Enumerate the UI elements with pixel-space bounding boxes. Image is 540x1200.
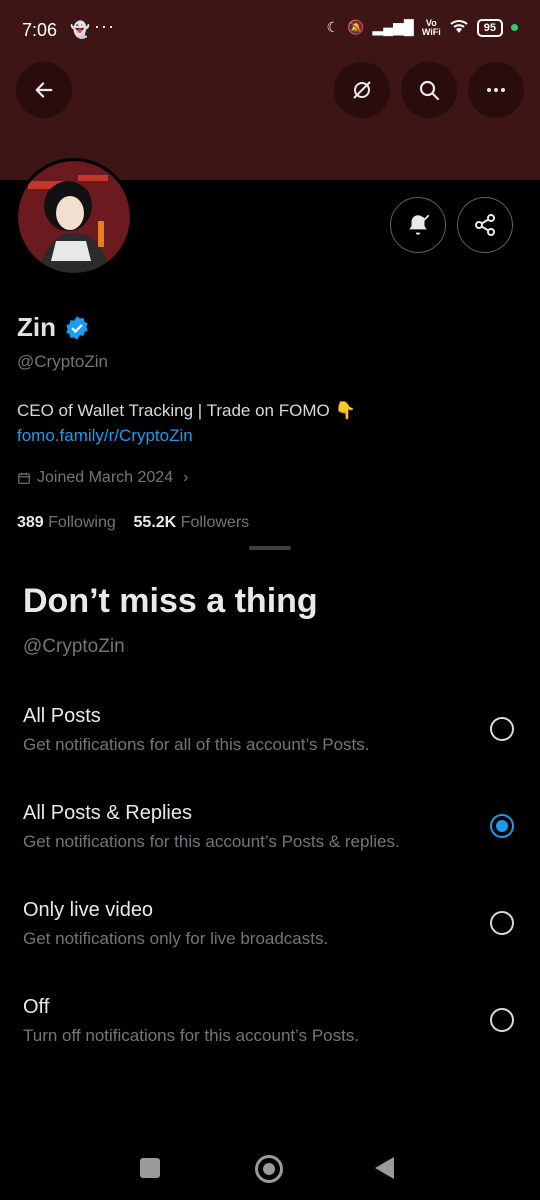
- calendar-icon: [18, 472, 30, 484]
- snapchat-icon: 👻: [70, 22, 90, 39]
- status-time: 7:06: [22, 20, 58, 40]
- notifications-bell-button[interactable]: [390, 197, 446, 253]
- arrow-left-icon: [35, 82, 53, 98]
- notification-settings-sheet: Don’t miss a thing @CryptoZin All Posts …: [0, 540, 540, 1200]
- recents-button[interactable]: [140, 1158, 160, 1178]
- share-button[interactable]: [457, 197, 513, 253]
- option-label: All Posts: [23, 705, 101, 727]
- profile-name: Zin: [17, 312, 90, 343]
- radio-off[interactable]: [490, 1008, 514, 1032]
- option-label: Only live video: [23, 899, 154, 921]
- joined-date: Joined March 2024 ›: [17, 469, 188, 487]
- profile-name-text: Zin: [17, 312, 56, 342]
- option-only-live-video[interactable]: Only live video Get notifications only f…: [0, 899, 540, 989]
- option-all-posts[interactable]: All Posts Get notifications for all of t…: [0, 705, 540, 795]
- status-bar: 7:06 👻 ··· ☾ 🔕 ▂▄▆█ Vo WiFi 95: [0, 0, 540, 62]
- moon-icon: ☾: [326, 19, 340, 35]
- followers-link[interactable]: 55.2K Followers: [134, 514, 250, 531]
- share-icon: [475, 214, 495, 236]
- radio-all-posts-replies[interactable]: [490, 814, 514, 838]
- joined-text: Joined March 2024: [37, 469, 174, 486]
- verified-badge-icon[interactable]: [64, 315, 90, 341]
- mute-icon: 🔕: [347, 19, 365, 35]
- more-horizontal-icon: [487, 88, 505, 92]
- radio-all-posts[interactable]: [490, 717, 514, 741]
- bell-check-icon: [409, 214, 430, 235]
- vowifi-icon: Vo WiFi: [421, 17, 441, 37]
- profile-bio: CEO of Wallet Tracking | Trade on FOMO 👇: [17, 401, 356, 420]
- sheet-handle: @CryptoZin: [23, 636, 125, 657]
- profile-handle: @CryptoZin: [17, 352, 108, 371]
- more-options-button[interactable]: [468, 62, 524, 118]
- sheet-title: Don’t miss a thing: [23, 582, 318, 620]
- back-button[interactable]: [16, 62, 72, 118]
- followers-label: Followers: [180, 514, 250, 531]
- system-navigation-bar: [0, 1135, 540, 1200]
- option-off[interactable]: Off Turn off notifications for this acco…: [0, 996, 540, 1086]
- avatar[interactable]: [15, 158, 133, 276]
- privacy-dot: [511, 24, 518, 31]
- sheet-drag-handle[interactable]: [249, 546, 291, 550]
- option-label: All Posts & Replies: [23, 802, 192, 824]
- option-description: Get notifications only for live broadcas…: [23, 929, 329, 948]
- chevron-right-icon: ›: [183, 469, 189, 486]
- option-description: Get notifications for this account’s Pos…: [23, 832, 400, 851]
- following-count: 389: [17, 514, 44, 531]
- follow-stats: 389 Following 55.2K Followers: [17, 514, 249, 532]
- option-label: Off: [23, 996, 50, 1018]
- wifi-icon: [449, 18, 469, 37]
- battery-indicator: 95: [476, 18, 503, 37]
- status-more-dots: ···: [94, 16, 115, 36]
- grok-icon: [353, 81, 371, 99]
- back-nav-button[interactable]: [375, 1157, 394, 1179]
- avatar-illustration: [18, 161, 130, 273]
- grok-button[interactable]: [334, 62, 390, 118]
- option-description: Turn off notifications for this account’…: [23, 1026, 360, 1045]
- option-description: Get notifications for all of this accoun…: [23, 735, 370, 754]
- profile-link[interactable]: fomo.family/r/CryptoZin: [17, 426, 193, 446]
- followers-count: 55.2K: [133, 514, 177, 531]
- status-icons: ☾ 🔕 ▂▄▆█ Vo WiFi 95: [326, 18, 518, 37]
- search-icon: [419, 80, 440, 101]
- option-all-posts-replies[interactable]: All Posts & Replies Get notifications fo…: [0, 802, 540, 892]
- search-button[interactable]: [401, 62, 457, 118]
- radio-only-live-video[interactable]: [490, 911, 514, 935]
- following-link[interactable]: 389 Following: [17, 514, 116, 531]
- signal-icon: ▂▄▆█: [372, 19, 414, 35]
- home-button[interactable]: [255, 1155, 283, 1183]
- following-label: Following: [48, 514, 116, 531]
